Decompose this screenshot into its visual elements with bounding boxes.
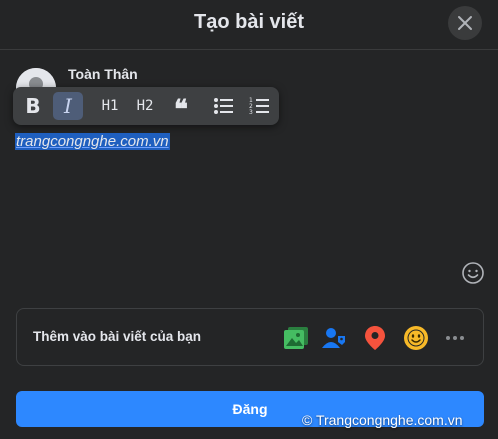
heading-1-button[interactable]: H1	[96, 92, 124, 120]
location-button[interactable]	[361, 324, 389, 352]
photo-button[interactable]	[282, 324, 310, 352]
dialog-header: Tạo bài viết	[0, 0, 498, 50]
add-to-post-box: Thêm vào bài viết của bạn	[16, 308, 484, 366]
user-name[interactable]: Toàn Thân	[68, 66, 138, 82]
more-icon	[446, 336, 464, 340]
emoji-button[interactable]	[461, 261, 485, 285]
editor-content[interactable]: trangcongnghe.com.vn	[15, 133, 170, 150]
quote-button[interactable]: ❝	[167, 92, 195, 125]
watermark: © Trangcongnghe.com.vn	[302, 412, 463, 428]
add-to-post-label: Thêm vào bài viết của bạn	[33, 329, 202, 344]
bullet-list-button[interactable]	[211, 92, 235, 120]
photo-icon	[284, 327, 308, 349]
svg-text:3: 3	[249, 109, 253, 116]
tag-people-button[interactable]	[320, 324, 348, 352]
dialog-title: Tạo bài viết	[193, 11, 305, 33]
bold-button[interactable]: B	[19, 92, 47, 120]
bullet-list-icon	[214, 98, 233, 114]
tag-people-icon	[322, 328, 345, 348]
location-icon	[365, 326, 385, 350]
feeling-icon	[404, 326, 428, 350]
heading-2-button[interactable]: H2	[131, 92, 159, 120]
close-button[interactable]	[448, 6, 482, 40]
feeling-button[interactable]	[402, 324, 430, 352]
italic-button[interactable]: I	[53, 92, 83, 120]
emoji-icon	[462, 262, 484, 284]
more-button[interactable]	[441, 324, 469, 352]
numbered-list-button[interactable]: 1 2 3	[247, 92, 271, 120]
formatting-toolbar: B I H1 H2 ❝ 1 2 3	[13, 87, 279, 125]
close-icon	[458, 16, 472, 30]
numbered-list-icon: 1 2 3	[249, 97, 269, 116]
italic-label: I	[64, 94, 72, 118]
